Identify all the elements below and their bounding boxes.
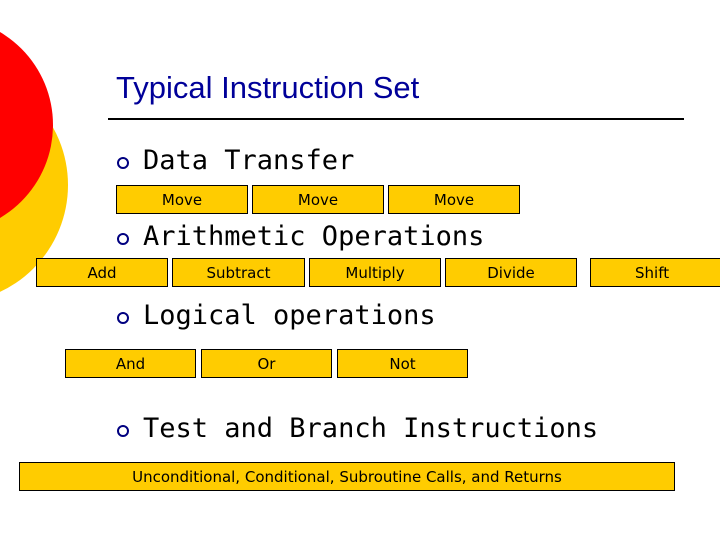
instruction-box-and: And: [65, 349, 196, 378]
instruction-box-move-1: Move: [116, 185, 248, 214]
hollow-circle-bullet-icon: [117, 233, 129, 245]
instruction-box-subtract: Subtract: [172, 258, 305, 287]
slide-title: Typical Instruction Set: [116, 70, 420, 105]
instruction-box-not: Not: [337, 349, 468, 378]
section-heading-test-branch: Test and Branch Instructions: [143, 413, 599, 444]
instruction-box-or: Or: [201, 349, 332, 378]
instruction-box-move-3: Move: [388, 185, 520, 214]
title-underline-divider: [108, 118, 684, 120]
section-heading-arithmetic: Arithmetic Operations: [143, 221, 485, 252]
hollow-circle-bullet-icon: [117, 157, 129, 169]
instruction-box-divide: Divide: [445, 258, 577, 287]
section-heading-logical: Logical operations: [143, 300, 436, 331]
section-heading-data-transfer: Data Transfer: [143, 145, 355, 176]
hollow-circle-bullet-icon: [117, 425, 129, 437]
instruction-box-move-2: Move: [252, 185, 384, 214]
instruction-box-branch-types: Unconditional, Conditional, Subroutine C…: [19, 462, 675, 491]
instruction-box-shift: Shift: [590, 258, 720, 287]
hollow-circle-bullet-icon: [117, 312, 129, 324]
instruction-box-multiply: Multiply: [309, 258, 441, 287]
instruction-box-add: Add: [36, 258, 168, 287]
